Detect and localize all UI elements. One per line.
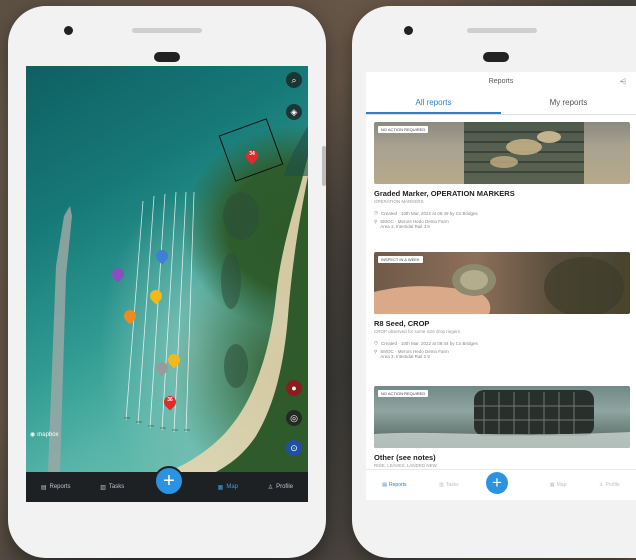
sensor-pill (154, 52, 180, 62)
satellite-map[interactable]: ⌕ ◈ ◎ ⊙ ● ◉ mapbox 34 36 (26, 66, 308, 472)
report-subtitle: RIDE, LEAVES, LANDED NEW (374, 463, 437, 468)
pin-icon: ⚲ (374, 219, 378, 224)
record-icon[interactable]: ● (286, 380, 302, 396)
report-title: Graded Marker, OPERATION MARKERS (374, 189, 515, 198)
left-phone: ⌕ ◈ ◎ ⊙ ● ◉ mapbox 34 36 ▤ Reports ▥ Tasks … (8, 6, 326, 558)
person-icon: ♙ (598, 482, 604, 488)
speaker-grille (132, 28, 202, 33)
speaker-grille (467, 28, 537, 33)
tab-all-reports[interactable]: All reports (366, 94, 501, 114)
tab-reports[interactable]: ▤ Reports (41, 484, 71, 491)
front-camera (64, 26, 73, 35)
map-icon: ▦ (217, 484, 224, 491)
tab-profile[interactable]: ♙ Profile (599, 482, 620, 488)
report-subtitle: CROP observed for some size drop ringers (374, 329, 460, 334)
tab-my-reports[interactable]: My reports (501, 94, 636, 114)
reef-patch (221, 253, 241, 309)
map-overlay (48, 66, 308, 472)
pin-label: 36 (167, 397, 173, 403)
report-photo: NO ACTION REQUIRED (374, 386, 630, 448)
right-phone: Reports ⩤ All reports My reports NO ACTI… (352, 6, 636, 558)
report-card[interactable]: INSPECT IN A WEEK R8 Seed, CROP CROP obs… (374, 252, 630, 359)
add-report-button[interactable]: + (486, 472, 508, 494)
tab-tasks[interactable]: ▥ Tasks (100, 484, 124, 491)
status-badge: NO ACTION REQUIRED (378, 126, 429, 133)
document-icon: ▤ (40, 484, 47, 491)
side-button (322, 146, 326, 186)
filter-icon[interactable]: ⩤ (620, 77, 626, 87)
report-created: ◷ Created · 10th Mar, 2022 at 09:44 by Cs… (374, 340, 478, 346)
report-location: ⚲ SMOC - Mirrors Hedo Demo Farm Area 3, In… (374, 219, 449, 229)
front-camera (404, 26, 413, 35)
reports-header: Reports ⩤ All reports My reports (366, 72, 636, 115)
report-photo: NO ACTION REQUIRED (374, 122, 630, 184)
report-title: R8 Seed, CROP (374, 319, 430, 328)
location-icon[interactable]: ◎ (286, 410, 302, 426)
mapbox-logo-icon: ◉ (30, 432, 36, 438)
reef-patch (224, 344, 248, 388)
tab-map[interactable]: ▦ Map (550, 482, 566, 488)
report-title: Other (see notes) (374, 453, 436, 462)
report-tabs: All reports My reports (366, 94, 636, 114)
report-card[interactable]: NO ACTION REQUIRED Graded Marker, OPERAT… (374, 122, 630, 229)
report-created: ◷ Created · 10th Mar, 2022 at 09:49 by Cs… (374, 210, 478, 216)
tab-reports[interactable]: ▤ Reports (382, 482, 406, 488)
map-icon: ▦ (549, 482, 555, 488)
page-title: Reports (488, 78, 514, 85)
longlines (125, 191, 195, 433)
status-badge: NO ACTION REQUIRED (378, 390, 429, 397)
clock-icon: ◷ (374, 340, 378, 345)
clipboard-icon: ▥ (100, 484, 106, 491)
clipboard-icon: ▥ (439, 482, 444, 488)
report-card[interactable]: NO ACTION REQUIRED Other (see notes) RID… (374, 386, 630, 468)
reports-screen: Reports ⩤ All reports My reports NO ACTI… (366, 72, 636, 500)
longline-ends (124, 417, 190, 431)
compass-icon[interactable]: ⊙ (286, 440, 302, 456)
person-icon: ♙ (267, 484, 274, 491)
tab-profile[interactable]: ♙ Profile (268, 484, 293, 491)
map-screen: ⌕ ◈ ◎ ⊙ ● ◉ mapbox 34 36 ▤ Reports ▥ Tasks … (26, 66, 308, 502)
add-report-button[interactable]: + (154, 466, 184, 496)
reef-patch (223, 192, 259, 240)
status-badge: INSPECT IN A WEEK (378, 256, 423, 263)
clock-icon: ◷ (374, 210, 378, 215)
report-photo: INSPECT IN A WEEK (374, 252, 630, 314)
tab-map[interactable]: ▦ Map (218, 484, 238, 491)
sensor-pill (483, 52, 509, 62)
pin-icon: ⚲ (374, 349, 378, 354)
pin-label: 34 (249, 151, 255, 157)
report-subtitle: OPERATION MARKERS (374, 199, 424, 204)
mapbox-attribution: ◉ mapbox (30, 431, 59, 439)
layers-icon[interactable]: ◈ (286, 104, 302, 120)
search-icon[interactable]: ⌕ (286, 72, 302, 88)
report-location: ⚲ SMOC - Mirrors Hedo Demo Farm Area 3, In… (374, 349, 449, 359)
tab-tasks[interactable]: ▥ Tasks (439, 482, 459, 488)
document-icon: ▤ (382, 482, 388, 488)
